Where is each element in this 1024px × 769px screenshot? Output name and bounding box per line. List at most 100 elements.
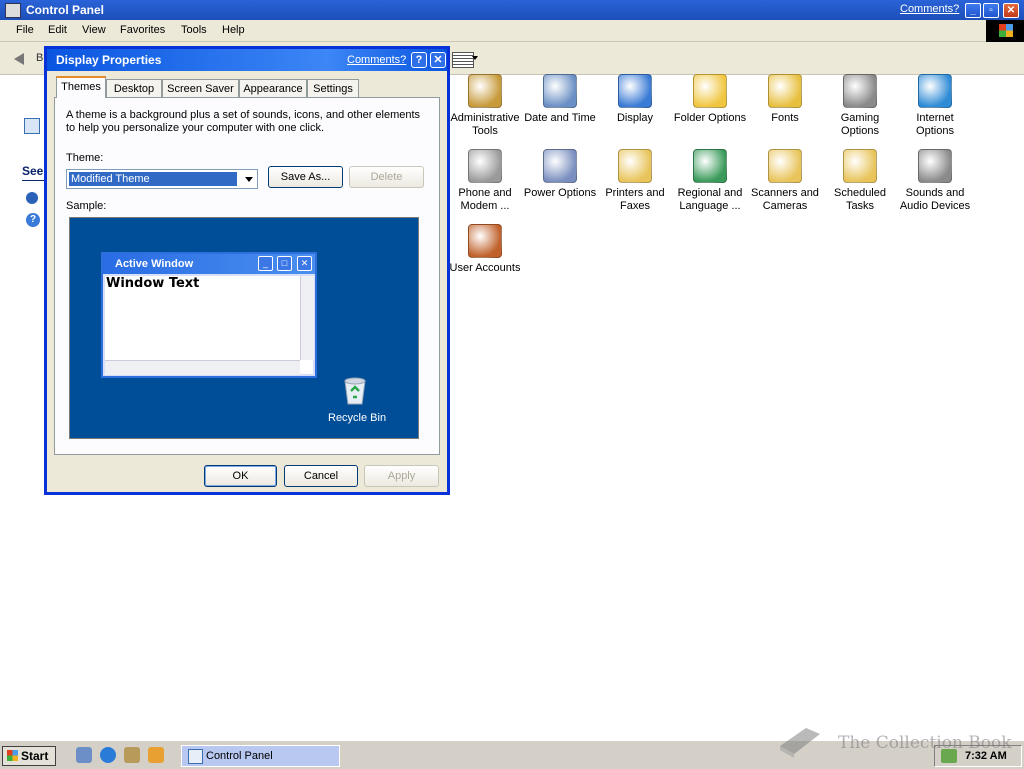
control-panel-item-label: Scanners and Cameras <box>751 187 819 212</box>
sample-close-icon: ✕ <box>297 256 312 271</box>
sounds-audio-icon <box>918 149 952 183</box>
tab-screen-saver[interactable]: Screen Saver <box>162 79 239 97</box>
media-icon[interactable] <box>124 747 140 763</box>
control-panel-item[interactable]: Gaming Options <box>822 74 898 138</box>
gaming-options-icon <box>843 74 877 108</box>
dialog-comments-link[interactable]: Comments? <box>347 54 406 66</box>
views-dropdown-caret-icon[interactable] <box>472 56 478 60</box>
ok-button[interactable]: OK <box>204 465 277 487</box>
regional-language-icon <box>693 149 727 183</box>
taskbar-control-panel-label: Control Panel <box>206 750 273 762</box>
start-button[interactable]: Start <box>2 746 56 766</box>
theme-select-value[interactable]: Modified Theme <box>69 172 237 186</box>
control-panel-item[interactable]: Internet Options <box>897 74 973 138</box>
theme-select[interactable]: Modified Theme <box>66 169 258 189</box>
fonts-icon <box>768 74 802 108</box>
menu-tools[interactable]: Tools <box>181 24 207 36</box>
theme-label: Theme: <box>66 152 104 164</box>
tab-desktop[interactable]: Desktop <box>106 79 162 97</box>
display-properties-dialog: Display Properties Comments? ? ✕ Themes … <box>44 46 450 495</box>
control-panel-item-label: Internet Options <box>916 112 954 137</box>
back-arrow-icon[interactable] <box>14 53 24 65</box>
windows-flag-icon <box>999 24 1013 37</box>
delete-button[interactable]: Delete <box>349 166 424 188</box>
control-panel-item-label: Sounds and Audio Devices <box>899 187 971 212</box>
control-panel-item-label: Phone and Modem ... <box>458 187 512 212</box>
start-label: Start <box>21 749 49 763</box>
views-icon[interactable] <box>452 52 474 68</box>
scanners-cameras-icon <box>768 149 802 183</box>
messenger-icon[interactable] <box>148 747 164 763</box>
menu-edit[interactable]: Edit <box>48 24 67 36</box>
control-panel-item[interactable]: Printers and Faxes <box>597 149 673 213</box>
windows-update-icon[interactable] <box>26 192 38 204</box>
sample-window-body: Window Text <box>105 276 314 375</box>
control-panel-item-label: Power Options <box>523 187 597 199</box>
theme-sample-preview: Active Window _ □ ✕ Window Text Recycle … <box>69 217 419 439</box>
help-support-icon[interactable]: ? <box>26 213 40 227</box>
menu-file[interactable]: File <box>16 24 34 36</box>
folder-options-icon <box>693 74 727 108</box>
control-panel-icon <box>188 749 203 764</box>
apply-button[interactable]: Apply <box>364 465 439 487</box>
sample-minimize-icon: _ <box>258 256 273 271</box>
control-panel-app-icon <box>5 3 21 18</box>
dialog-titlebar[interactable]: Display Properties Comments? ? ✕ <box>47 49 447 71</box>
comments-link[interactable]: Comments? <box>900 3 959 15</box>
internet-explorer-icon[interactable] <box>100 747 116 763</box>
recycle-bin-label: Recycle Bin <box>328 412 387 424</box>
control-panel-item[interactable]: Power Options <box>522 149 598 200</box>
taskbar-control-panel-button[interactable]: Control Panel <box>181 745 340 767</box>
help-button[interactable]: ? <box>411 52 427 68</box>
dialog-close-button[interactable]: ✕ <box>430 52 446 68</box>
see-also-divider <box>22 180 44 181</box>
back-button-label[interactable]: B <box>36 52 43 64</box>
control-panel-item[interactable]: User Accounts <box>447 224 523 275</box>
switch-view-icon[interactable] <box>24 118 40 134</box>
control-panel-item-label: Scheduled Tasks <box>834 187 886 212</box>
tab-settings[interactable]: Settings <box>307 79 359 97</box>
restore-button[interactable]: ▫ <box>983 3 999 18</box>
book-icon <box>780 728 820 758</box>
sample-window-title: Active Window <box>115 258 194 270</box>
control-panel-item-label: Date and Time <box>524 112 596 124</box>
printers-faxes-icon <box>618 149 652 183</box>
dialog-title: Display Properties <box>56 53 162 67</box>
control-panel-item-label: Administrative Tools <box>450 112 520 137</box>
tab-appearance[interactable]: Appearance <box>239 79 307 97</box>
chevron-down-icon[interactable] <box>241 171 257 187</box>
control-panel-item[interactable]: Display <box>597 74 673 125</box>
control-panel-item[interactable]: Folder Options <box>672 74 748 125</box>
control-panel-item-label: User Accounts <box>449 262 521 274</box>
minimize-button[interactable]: _ <box>965 3 981 18</box>
cancel-button[interactable]: Cancel <box>284 465 358 487</box>
sample-window-titlebar: Active Window _ □ ✕ <box>103 254 315 274</box>
tab-themes[interactable]: Themes <box>56 76 106 98</box>
control-panel-item-label: Display <box>616 112 654 124</box>
show-desktop-icon[interactable] <box>76 747 92 763</box>
windows-flag-icon <box>7 750 18 761</box>
control-panel-item[interactable]: Scanners and Cameras <box>747 149 823 213</box>
sample-horizontal-scrollbar <box>105 360 300 375</box>
control-panel-item[interactable]: Date and Time <box>522 74 598 125</box>
control-panel-item[interactable]: Sounds and Audio Devices <box>897 149 973 213</box>
close-button[interactable]: ✕ <box>1003 3 1019 18</box>
control-panel-item[interactable]: Scheduled Tasks <box>822 149 898 213</box>
menu-view[interactable]: View <box>82 24 106 36</box>
control-panel-item[interactable]: Administrative Tools <box>447 74 523 138</box>
sample-vertical-scrollbar <box>300 276 314 360</box>
menu-favorites[interactable]: Favorites <box>120 24 165 36</box>
control-panel-item[interactable]: Fonts <box>747 74 823 125</box>
user-accounts-icon <box>468 224 502 258</box>
control-panel-item[interactable]: Phone and Modem ... <box>447 149 523 213</box>
recycle-bin-icon <box>344 377 366 405</box>
sample-label: Sample: <box>66 200 107 212</box>
save-as-button[interactable]: Save As... <box>268 166 343 188</box>
control-panel-item[interactable]: Regional and Language ... <box>672 149 748 213</box>
control-panel-titlebar[interactable]: Control Panel Comments? _ ▫ ✕ <box>0 0 1024 20</box>
control-panel-item-label: Folder Options <box>673 112 747 124</box>
internet-options-icon <box>918 74 952 108</box>
menu-help[interactable]: Help <box>222 24 245 36</box>
see-also-heading: See <box>22 164 44 178</box>
sample-maximize-icon: □ <box>277 256 292 271</box>
